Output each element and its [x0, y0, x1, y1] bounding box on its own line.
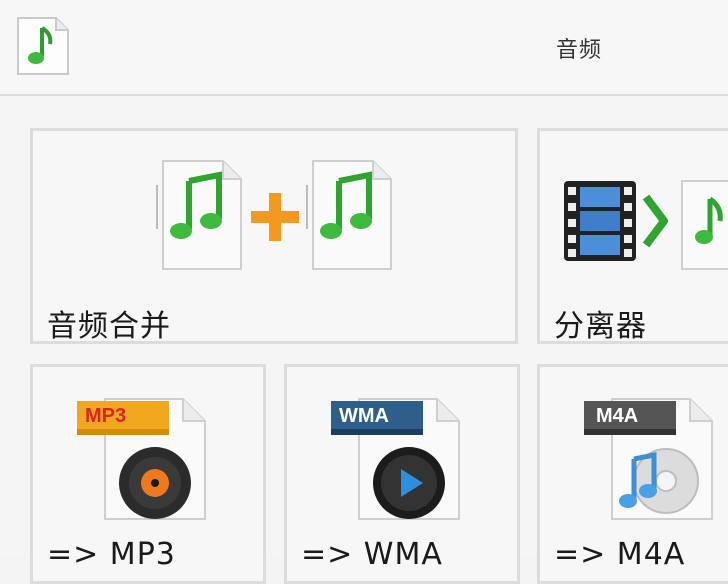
music-file-icon [681, 180, 728, 270]
wma-badge: WMA [339, 405, 389, 427]
music-cd-icon [619, 448, 699, 514]
music-note-icon [12, 14, 72, 78]
music-file-icon [306, 160, 392, 270]
separator-label: 分离器 [554, 309, 647, 344]
film-strip-icon [564, 181, 636, 261]
title-bar: 音频 [0, 0, 728, 96]
m4a-badge: M4A [596, 405, 639, 427]
chevron-right-icon [642, 194, 668, 248]
audio-merge-label: 音频合并 [47, 309, 171, 344]
convert-m4a-label: => M4A [554, 537, 686, 572]
page-title: 音频 [556, 38, 603, 63]
convert-wma-label: => WMA [301, 537, 443, 572]
convert-mp3-label: => MP3 [47, 537, 176, 572]
mp3-badge: MP3 [85, 405, 127, 427]
convert-wma-tile[interactable]: WMA => WMA [284, 364, 520, 584]
play-disc-icon [373, 447, 445, 519]
audio-merge-tile[interactable]: 音频合并 [30, 128, 518, 344]
music-file-icon [156, 160, 242, 270]
tools-grid: 音频合并 分离器 MP3 => MP3 WMA => WMA M4A => M4… [0, 96, 728, 584]
convert-mp3-tile[interactable]: MP3 => MP3 [30, 364, 266, 584]
vinyl-disc-icon [119, 447, 191, 519]
convert-m4a-tile[interactable]: M4A => M4A [537, 364, 728, 584]
separator-tile[interactable]: 分离器 [537, 128, 728, 344]
plus-icon [251, 193, 299, 241]
